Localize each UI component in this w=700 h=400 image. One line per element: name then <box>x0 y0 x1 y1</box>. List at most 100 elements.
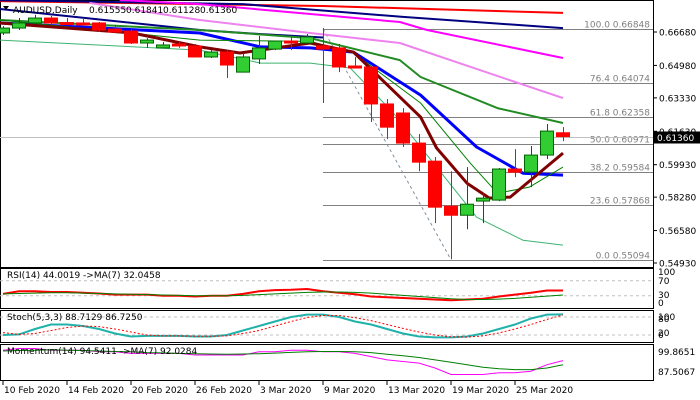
time-tick-label: 26 Feb 2020 <box>196 386 252 396</box>
candle-body <box>524 154 538 173</box>
candle-body <box>188 45 202 58</box>
candle-body <box>476 197 490 202</box>
indicator-tick-label: 99.8651 <box>658 348 695 358</box>
candle[interactable] <box>556 127 570 142</box>
candle-body <box>556 132 570 138</box>
candle[interactable] <box>332 43 346 73</box>
candle-body <box>28 17 42 24</box>
stochastic-panel[interactable]: Stoch(5,3,3) 88.7129 86.7250 10080200 <box>0 310 675 343</box>
candle-body <box>268 40 282 50</box>
indicator-tick-label: 70 <box>658 277 670 287</box>
fib-level-label: 100.0 0.66848 <box>584 21 650 31</box>
price-tick-label: 0.63330 <box>659 94 696 104</box>
candle[interactable] <box>444 171 458 260</box>
candle-body <box>444 205 458 216</box>
indicator-tick-label: 0 <box>658 299 664 309</box>
fib-level-label: 23.6 0.57868 <box>590 197 650 207</box>
candle[interactable] <box>428 157 442 224</box>
close-value: 0.61360 <box>200 6 237 16</box>
candle[interactable] <box>492 168 506 202</box>
fib-level-label: 61.8 0.62358 <box>590 109 650 119</box>
candle[interactable] <box>60 18 74 26</box>
time-tick-label: 13 Mar 2020 <box>388 386 445 396</box>
candle-body <box>76 22 90 26</box>
indicator-tick-label: 0 <box>658 331 664 341</box>
candle-body <box>364 66 378 105</box>
candle-body <box>428 160 442 208</box>
candle-body <box>332 47 346 68</box>
candle-body <box>0 27 10 34</box>
candle-body <box>540 130 554 156</box>
candle[interactable] <box>236 53 250 73</box>
indicator-title: Momentum(14) 94.5411 ->MA(7) 92.0284 <box>7 347 198 357</box>
candle-body <box>236 56 250 73</box>
candle[interactable] <box>92 21 106 32</box>
fib-level-label: 38.2 0.59584 <box>590 164 650 174</box>
candle-body <box>124 30 138 44</box>
candle[interactable] <box>124 29 138 44</box>
candle-body <box>44 17 58 24</box>
candle-body <box>508 168 522 173</box>
band-lower-line <box>0 39 564 246</box>
momentum-panel[interactable]: Momentum(14) 94.5411 ->MA(7) 92.0284 99.8… <box>0 344 696 381</box>
current-price-label: 0.61360 <box>657 134 694 144</box>
candle-body <box>220 51 234 66</box>
indicator-title: RSI(14) 44.0019 ->MA(7) 32.0458 <box>7 271 161 281</box>
fib-level-label: 0.0 0.55094 <box>596 252 651 262</box>
candle[interactable] <box>364 66 378 123</box>
price-tick-label: 0.58280 <box>659 194 696 204</box>
candle[interactable] <box>156 42 170 49</box>
candle[interactable] <box>268 40 282 51</box>
candle[interactable] <box>0 26 10 35</box>
candle-body <box>316 45 330 50</box>
candle-body <box>12 22 26 29</box>
candle[interactable] <box>396 108 410 148</box>
time-tick-label: 20 Feb 2020 <box>132 386 188 396</box>
price-tick-label: 0.56580 <box>659 227 696 237</box>
candle-body <box>204 51 218 58</box>
candle-body <box>60 22 74 26</box>
main-price-panel[interactable]: 100.0 0.6684876.4 0.6407461.8 0.6235850.… <box>0 0 700 270</box>
trading-chart[interactable]: 100.0 0.6684876.4 0.6407461.8 0.6235850.… <box>0 0 700 400</box>
candle[interactable] <box>220 50 234 79</box>
candle[interactable] <box>380 99 394 140</box>
fib-level-label: 76.4 0.64074 <box>590 75 650 85</box>
symbol-label: AUDUSD,Daily <box>13 6 78 16</box>
candle[interactable] <box>188 43 202 58</box>
candle[interactable] <box>28 14 42 24</box>
high-value: 0.61841 <box>126 6 163 16</box>
time-tick-label: 9 Mar 2020 <box>324 386 376 396</box>
candle-body <box>284 40 298 44</box>
indicator-tick-label: 80 <box>658 315 670 325</box>
rsi-panel[interactable]: RSI(14) 44.0019 ->MA(7) 32.0458 10070300 <box>0 268 675 309</box>
candle-body <box>108 28 122 33</box>
price-tick-label: 0.59930 <box>659 161 696 171</box>
candle-body <box>380 103 394 128</box>
time-tick-label: 10 Feb 2020 <box>4 386 60 396</box>
candle-body <box>492 168 506 201</box>
candle[interactable] <box>140 38 154 48</box>
time-axis: 10 Feb 2020 14 Feb 2020 20 Feb 2020 26 Feb … <box>2 381 573 396</box>
time-tick-label: 25 Mar 2020 <box>516 386 573 396</box>
main-panel-frame <box>0 0 654 268</box>
time-tick-label: 14 Feb 2020 <box>68 386 124 396</box>
time-tick-label: 19 Mar 2020 <box>452 386 509 396</box>
indicator-tick-label: 87.5067 <box>658 368 695 378</box>
chart-header: AUDUSD,Daily 0.61555 0.61841 0.61128 0.6… <box>3 6 237 16</box>
price-tick-label: 0.66680 <box>659 29 696 39</box>
candle-body <box>156 44 170 49</box>
rsi-14--line <box>2 287 563 302</box>
candle[interactable] <box>540 124 554 160</box>
price-tick-label: 0.64980 <box>659 62 696 72</box>
candle-body <box>172 43 186 47</box>
indicator-title: Stoch(5,3,3) 88.7129 86.7250 <box>7 313 143 323</box>
candle-body <box>348 65 362 69</box>
time-tick-label: 3 Mar 2020 <box>260 386 312 396</box>
ma-green-line <box>0 19 564 124</box>
candle[interactable] <box>252 35 266 65</box>
candle[interactable] <box>524 146 538 188</box>
open-value: 0.61555 <box>89 6 126 16</box>
candle-body <box>92 22 106 31</box>
candle-body <box>140 39 154 44</box>
candle-body <box>252 47 266 60</box>
